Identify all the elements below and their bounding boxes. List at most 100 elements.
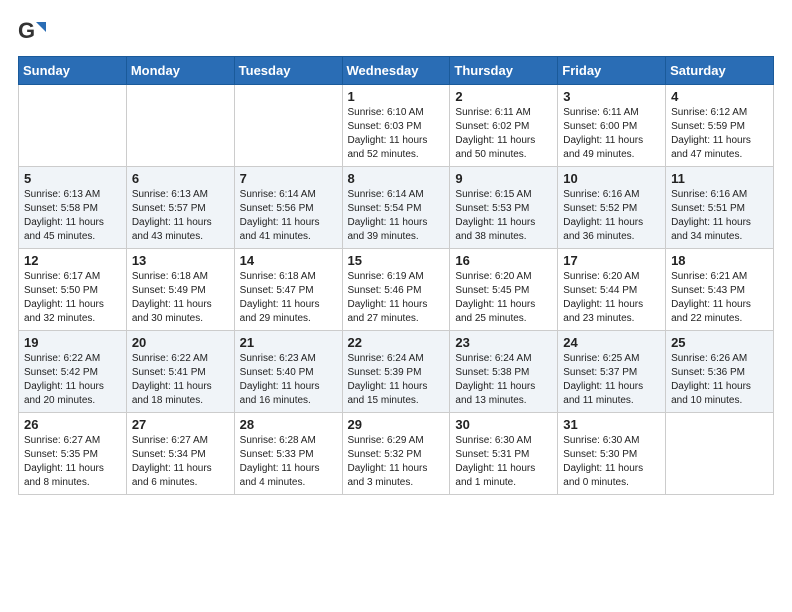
day-number: 12	[24, 253, 121, 268]
day-info: Sunrise: 6:30 AM Sunset: 5:31 PM Dayligh…	[455, 434, 552, 490]
day-number: 17	[563, 253, 660, 268]
day-cell: 30 Sunrise: 6:30 AM Sunset: 5:31 PM Dayli…	[450, 413, 558, 495]
day-number: 7	[240, 171, 337, 186]
day-info: Sunrise: 6:15 AM Sunset: 5:53 PM Dayligh…	[455, 188, 552, 244]
day-number: 24	[563, 335, 660, 350]
day-cell: 6Sunrise: 6:13 AM Sunset: 5:57 PM Daylig…	[126, 167, 234, 249]
day-number: 3	[563, 89, 660, 104]
day-cell: 4 Sunrise: 6:12 AM Sunset: 5:59 PM Daylig…	[666, 85, 774, 167]
day-cell: 10 Sunrise: 6:16 AM Sunset: 5:52 PM Dayli…	[558, 167, 666, 249]
day-number: 30	[455, 417, 552, 432]
day-number: 25	[671, 335, 768, 350]
day-cell: 13 Sunrise: 6:18 AM Sunset: 5:49 PM Dayli…	[126, 249, 234, 331]
day-info: Sunrise: 6:18 AM Sunset: 5:49 PM Dayligh…	[132, 270, 229, 326]
day-info: Sunrise: 6:25 AM Sunset: 5:37 PM Dayligh…	[563, 352, 660, 408]
day-cell: 28Sunrise: 6:28 AM Sunset: 5:33 PM Dayli…	[234, 413, 342, 495]
day-info: Sunrise: 6:27 AM Sunset: 5:35 PM Dayligh…	[24, 434, 121, 490]
header: G	[18, 18, 774, 46]
day-info: Sunrise: 6:14 AM Sunset: 5:54 PM Dayligh…	[348, 188, 445, 244]
day-cell: 25 Sunrise: 6:26 AM Sunset: 5:36 PM Dayli…	[666, 331, 774, 413]
day-cell: 5 Sunrise: 6:13 AM Sunset: 5:58 PM Daylig…	[19, 167, 127, 249]
day-cell: 29 Sunrise: 6:29 AM Sunset: 5:32 PM Dayli…	[342, 413, 450, 495]
svg-text:G: G	[18, 18, 35, 43]
day-number: 1	[348, 89, 445, 104]
day-info: Sunrise: 6:10 AM Sunset: 6:03 PM Dayligh…	[348, 106, 445, 162]
day-number: 27	[132, 417, 229, 432]
day-number: 16	[455, 253, 552, 268]
weekday-sunday: Sunday	[19, 57, 127, 85]
day-cell: 31Sunrise: 6:30 AM Sunset: 5:30 PM Dayli…	[558, 413, 666, 495]
day-info: Sunrise: 6:29 AM Sunset: 5:32 PM Dayligh…	[348, 434, 445, 490]
day-cell: 16 Sunrise: 6:20 AM Sunset: 5:45 PM Dayli…	[450, 249, 558, 331]
day-info: Sunrise: 6:19 AM Sunset: 5:46 PM Dayligh…	[348, 270, 445, 326]
day-cell: 9 Sunrise: 6:15 AM Sunset: 5:53 PM Daylig…	[450, 167, 558, 249]
day-cell: 3 Sunrise: 6:11 AM Sunset: 6:00 PM Daylig…	[558, 85, 666, 167]
day-info: Sunrise: 6:12 AM Sunset: 5:59 PM Dayligh…	[671, 106, 768, 162]
day-number: 22	[348, 335, 445, 350]
day-cell	[19, 85, 127, 167]
logo: G	[18, 18, 48, 46]
day-number: 26	[24, 417, 121, 432]
day-number: 19	[24, 335, 121, 350]
day-number: 5	[24, 171, 121, 186]
day-cell: 8 Sunrise: 6:14 AM Sunset: 5:54 PM Daylig…	[342, 167, 450, 249]
day-cell: 1 Sunrise: 6:10 AM Sunset: 6:03 PM Daylig…	[342, 85, 450, 167]
day-info: Sunrise: 6:22 AM Sunset: 5:42 PM Dayligh…	[24, 352, 121, 408]
day-info: Sunrise: 6:23 AM Sunset: 5:40 PM Dayligh…	[240, 352, 337, 408]
day-number: 29	[348, 417, 445, 432]
day-cell: 24 Sunrise: 6:25 AM Sunset: 5:37 PM Dayli…	[558, 331, 666, 413]
day-number: 13	[132, 253, 229, 268]
day-cell: 23Sunrise: 6:24 AM Sunset: 5:38 PM Dayli…	[450, 331, 558, 413]
weekday-friday: Friday	[558, 57, 666, 85]
day-cell: 21 Sunrise: 6:23 AM Sunset: 5:40 PM Dayli…	[234, 331, 342, 413]
day-cell: 12Sunrise: 6:17 AM Sunset: 5:50 PM Dayli…	[19, 249, 127, 331]
day-cell	[666, 413, 774, 495]
day-info: Sunrise: 6:26 AM Sunset: 5:36 PM Dayligh…	[671, 352, 768, 408]
week-row-2: 5 Sunrise: 6:13 AM Sunset: 5:58 PM Daylig…	[19, 167, 774, 249]
day-cell	[126, 85, 234, 167]
day-number: 8	[348, 171, 445, 186]
day-info: Sunrise: 6:20 AM Sunset: 5:45 PM Dayligh…	[455, 270, 552, 326]
weekday-wednesday: Wednesday	[342, 57, 450, 85]
day-cell: 17 Sunrise: 6:20 AM Sunset: 5:44 PM Dayli…	[558, 249, 666, 331]
day-number: 9	[455, 171, 552, 186]
day-info: Sunrise: 6:11 AM Sunset: 6:00 PM Dayligh…	[563, 106, 660, 162]
day-number: 10	[563, 171, 660, 186]
day-info: Sunrise: 6:21 AM Sunset: 5:43 PM Dayligh…	[671, 270, 768, 326]
day-info: Sunrise: 6:20 AM Sunset: 5:44 PM Dayligh…	[563, 270, 660, 326]
week-row-3: 12Sunrise: 6:17 AM Sunset: 5:50 PM Dayli…	[19, 249, 774, 331]
week-row-4: 19 Sunrise: 6:22 AM Sunset: 5:42 PM Dayli…	[19, 331, 774, 413]
day-cell: 22 Sunrise: 6:24 AM Sunset: 5:39 PM Dayli…	[342, 331, 450, 413]
day-number: 31	[563, 417, 660, 432]
day-number: 23	[455, 335, 552, 350]
day-cell: 15Sunrise: 6:19 AM Sunset: 5:46 PM Dayli…	[342, 249, 450, 331]
day-info: Sunrise: 6:18 AM Sunset: 5:47 PM Dayligh…	[240, 270, 337, 326]
day-number: 4	[671, 89, 768, 104]
day-info: Sunrise: 6:27 AM Sunset: 5:34 PM Dayligh…	[132, 434, 229, 490]
day-number: 14	[240, 253, 337, 268]
logo-icon: G	[18, 18, 46, 46]
day-number: 2	[455, 89, 552, 104]
day-cell: 27 Sunrise: 6:27 AM Sunset: 5:34 PM Dayli…	[126, 413, 234, 495]
day-cell	[234, 85, 342, 167]
day-info: Sunrise: 6:24 AM Sunset: 5:39 PM Dayligh…	[348, 352, 445, 408]
day-info: Sunrise: 6:11 AM Sunset: 6:02 PM Dayligh…	[455, 106, 552, 162]
calendar-table: SundayMondayTuesdayWednesdayThursdayFrid…	[18, 56, 774, 495]
day-cell: 2 Sunrise: 6:11 AM Sunset: 6:02 PM Daylig…	[450, 85, 558, 167]
day-info: Sunrise: 6:16 AM Sunset: 5:51 PM Dayligh…	[671, 188, 768, 244]
day-cell: 11 Sunrise: 6:16 AM Sunset: 5:51 PM Dayli…	[666, 167, 774, 249]
day-cell: 19 Sunrise: 6:22 AM Sunset: 5:42 PM Dayli…	[19, 331, 127, 413]
page: G SundayMondayTuesdayWednesdayThursdayFr…	[0, 0, 792, 505]
day-number: 11	[671, 171, 768, 186]
day-cell: 7Sunrise: 6:14 AM Sunset: 5:56 PM Daylig…	[234, 167, 342, 249]
day-info: Sunrise: 6:13 AM Sunset: 5:58 PM Dayligh…	[24, 188, 121, 244]
weekday-tuesday: Tuesday	[234, 57, 342, 85]
day-cell: 14 Sunrise: 6:18 AM Sunset: 5:47 PM Dayli…	[234, 249, 342, 331]
weekday-monday: Monday	[126, 57, 234, 85]
day-number: 21	[240, 335, 337, 350]
week-row-5: 26 Sunrise: 6:27 AM Sunset: 5:35 PM Dayli…	[19, 413, 774, 495]
day-info: Sunrise: 6:22 AM Sunset: 5:41 PM Dayligh…	[132, 352, 229, 408]
day-cell: 26 Sunrise: 6:27 AM Sunset: 5:35 PM Dayli…	[19, 413, 127, 495]
day-info: Sunrise: 6:13 AM Sunset: 5:57 PM Dayligh…	[132, 188, 229, 244]
day-info: Sunrise: 6:16 AM Sunset: 5:52 PM Dayligh…	[563, 188, 660, 244]
